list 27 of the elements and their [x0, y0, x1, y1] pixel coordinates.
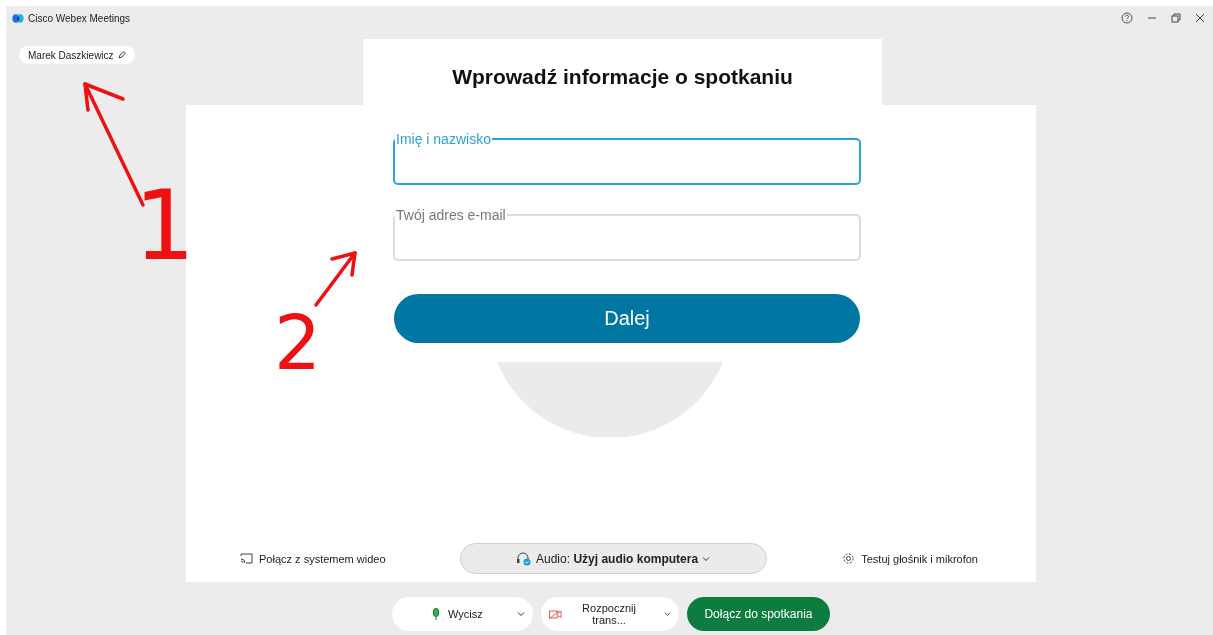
annotation-number: 1 — [134, 178, 196, 274]
caret-icon[interactable] — [664, 611, 671, 617]
test-audio-link[interactable]: Testuj głośnik i mikrofon — [861, 552, 978, 565]
app-logo-icon — [12, 13, 24, 23]
user-name-chip[interactable]: Marek Daszkiewicz — [19, 46, 135, 64]
microphone-icon — [432, 607, 440, 621]
video-button[interactable]: Rozpocznij trans... — [541, 597, 679, 631]
camera-off-icon — [549, 608, 562, 620]
close-icon[interactable] — [1195, 13, 1205, 23]
audio-button[interactable]: Audio: Użyj audio komputera — [459, 543, 767, 574]
window-title: Cisco Webex Meetings — [28, 12, 131, 24]
dialog-title: Wprowadź informacje o spotkaniu — [452, 64, 793, 89]
annotation-arrow — [314, 251, 357, 307]
next-button[interactable]: Dalej — [394, 294, 860, 343]
help-icon[interactable] — [1121, 12, 1133, 24]
pencil-icon — [117, 51, 126, 59]
join-meeting-button[interactable]: Dołącz do spotkania — [687, 597, 830, 631]
restore-icon[interactable] — [1171, 13, 1181, 23]
headset-icon — [516, 551, 532, 566]
video-system-link[interactable]: Połącz z systemem wideo — [259, 552, 386, 565]
cast-screen-icon — [240, 553, 253, 564]
annotation-number: 2 — [274, 306, 322, 380]
mute-button[interactable]: Wycisz — [392, 597, 533, 631]
email-field[interactable]: Twój adres e-mail — [393, 208, 861, 261]
settings-icon — [842, 552, 856, 565]
caret-icon — [702, 555, 711, 562]
caret-icon[interactable] — [517, 611, 525, 617]
